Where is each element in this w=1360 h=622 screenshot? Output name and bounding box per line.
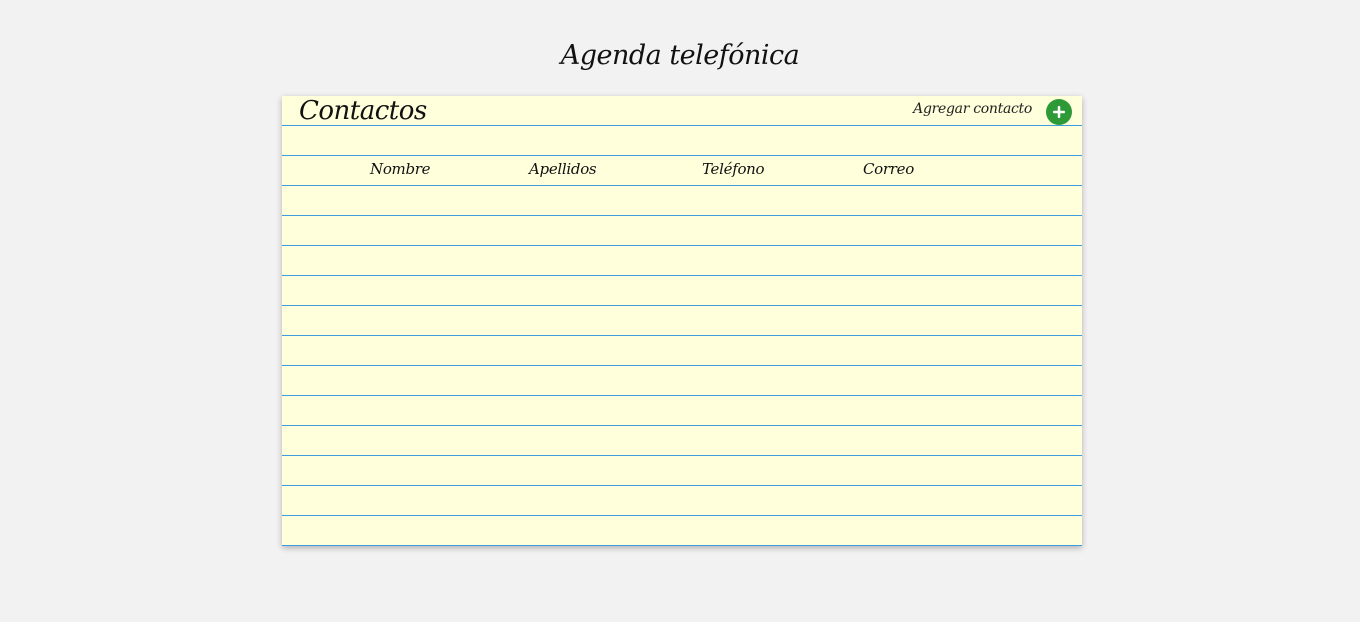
contacts-notebook: Contactos Agregar contacto Nombre Apelli…	[282, 96, 1082, 546]
page-title: Agenda telefónica	[560, 40, 800, 71]
column-header-apellidos: Apellidos	[529, 160, 597, 178]
contacts-title: Contactos	[299, 96, 427, 126]
plus-icon	[1053, 106, 1065, 118]
column-header-correo: Correo	[863, 160, 914, 178]
add-contact-label[interactable]: Agregar contacto	[913, 101, 1032, 117]
column-header-telefono: Teléfono	[702, 160, 765, 178]
column-header-nombre: Nombre	[370, 160, 431, 178]
add-contact-button[interactable]	[1046, 99, 1072, 125]
